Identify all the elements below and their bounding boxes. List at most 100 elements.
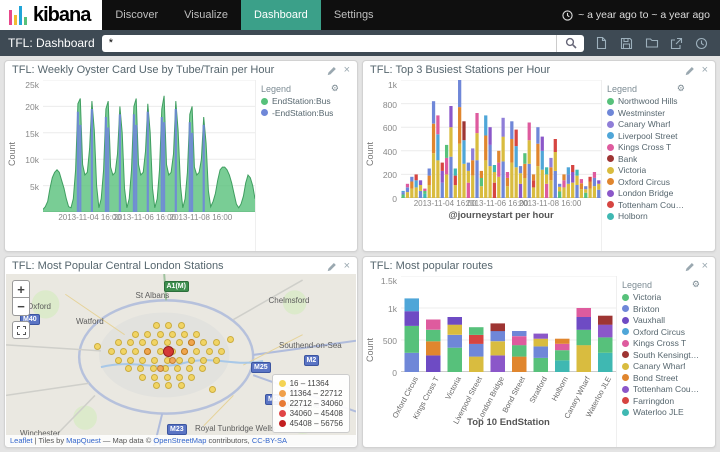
cluster-marker-low[interactable] [139,357,146,364]
cluster-marker-low[interactable] [115,357,122,364]
search-button[interactable] [556,35,584,52]
legend-item[interactable]: EndStation:Bus [261,96,339,106]
cluster-marker-low[interactable] [164,374,171,381]
legend-item[interactable]: London Bridge [607,188,685,198]
gear-icon[interactable]: ⚙ [692,279,700,290]
fit-bounds-button[interactable] [12,321,30,339]
legend-item[interactable]: Holborn [607,211,685,221]
cluster-marker-low[interactable] [139,374,146,381]
load-dashboard-button[interactable] [641,34,662,53]
cluster-marker-mid[interactable] [169,357,176,364]
cluster-marker-low[interactable] [176,374,183,381]
cluster-marker-low[interactable] [213,357,220,364]
legend-item[interactable]: Northwood Hills [607,96,685,106]
cluster-marker-low[interactable] [181,331,188,338]
legend-item[interactable]: Tottenham Court Rd [622,384,700,394]
cluster-marker-low[interactable] [115,339,122,346]
cluster-marker-low[interactable] [218,348,225,355]
legend-item[interactable]: Kings Cross T [622,338,700,348]
legend-item[interactable]: Brixton [622,304,700,314]
nav-item-visualize[interactable]: Visualize [171,0,241,30]
cluster-marker-low[interactable] [176,357,183,364]
cluster-marker-low[interactable] [193,331,200,338]
stacked-bar-chart-canvas[interactable] [401,276,616,372]
cluster-marker-mid[interactable] [181,348,188,355]
mapquest-link[interactable]: MapQuest [66,436,101,445]
legend-item[interactable]: Victoria [607,165,685,175]
cluster-marker-low[interactable] [188,374,195,381]
cluster-marker-low[interactable] [94,343,101,350]
zoom-out-button[interactable]: − [12,298,30,316]
legend-item[interactable]: -EndStation:Bus [261,108,339,118]
legend-item[interactable]: South Kensington [622,350,700,360]
legend-item[interactable]: Victoria [622,292,700,302]
cluster-marker-low[interactable] [127,357,134,364]
cluster-marker-low[interactable] [209,386,216,393]
cluster-marker-low[interactable] [132,331,139,338]
gear-icon[interactable]: ⚙ [677,83,685,94]
close-panel-button[interactable]: × [702,65,708,76]
edit-panel-button[interactable] [326,261,337,272]
legend-item[interactable]: Oxford Circus [622,327,700,337]
kibana-logo[interactable]: kibana [0,0,102,30]
close-panel-button[interactable]: × [344,261,350,272]
legend-item[interactable]: Vauxhall [622,315,700,325]
cluster-marker-low[interactable] [213,339,220,346]
map-canvas[interactable]: OxfordSt AlbansChelmsfordWatfordSouthend… [6,274,356,446]
edit-panel-button[interactable] [684,261,695,272]
bar-chart-canvas[interactable] [401,80,601,198]
cluster-marker-low[interactable] [169,331,176,338]
nav-item-settings[interactable]: Settings [321,0,387,30]
time-filter-button[interactable] [691,34,712,53]
cluster-marker-low[interactable] [157,331,164,338]
save-dashboard-button[interactable] [616,34,637,53]
cluster-marker-low[interactable] [206,348,213,355]
cluster-marker-low[interactable] [150,365,157,372]
cluster-marker-low[interactable] [132,348,139,355]
legend-item[interactable]: Waterloo JLE [622,407,700,417]
road-shield-badge: M23 [167,424,187,435]
legend-item[interactable]: Bond Street [622,373,700,383]
cluster-marker-low[interactable] [108,348,115,355]
license-link[interactable]: CC-BY-SA [252,436,287,445]
legend-item[interactable]: Westminster [607,108,685,118]
zoom-in-button[interactable]: + [12,280,30,298]
close-panel-button[interactable]: × [702,261,708,272]
edit-panel-button[interactable] [326,65,337,76]
close-panel-button[interactable]: × [344,65,350,76]
map-legend-swatch [279,420,286,427]
legend-label: Oxford Circus [633,327,685,337]
legend-swatch [622,374,629,381]
cluster-marker-low[interactable] [188,357,195,364]
leaflet-link[interactable]: Leaflet [10,436,33,445]
cluster-marker-low[interactable] [200,357,207,364]
cluster-marker-low[interactable] [178,382,185,389]
query-input[interactable] [102,35,556,52]
legend-item[interactable]: Canary Wharf [622,361,700,371]
legend-item[interactable]: Kings Cross T [607,142,685,152]
cluster-marker-low[interactable] [151,357,158,364]
osm-link[interactable]: OpenStreetMap [153,436,206,445]
cluster-marker-low[interactable] [120,348,127,355]
nav-item-discover[interactable]: Discover [102,0,171,30]
legend-item[interactable]: Tottenham Court Rd [607,200,685,210]
cluster-marker-low[interactable] [227,336,234,343]
legend-item[interactable]: Bank [607,154,685,164]
cluster-marker-low[interactable] [178,322,185,329]
gear-icon[interactable]: ⚙ [331,83,339,94]
area-chart-canvas[interactable] [43,80,255,212]
cluster-marker-mid[interactable] [157,365,164,372]
nav-item-dashboard[interactable]: Dashboard [241,0,321,30]
legend-item[interactable]: Liverpool Street [607,131,685,141]
new-dashboard-button[interactable] [591,34,612,53]
share-dashboard-button[interactable] [666,34,687,53]
legend-item[interactable]: Farringdon [622,396,700,406]
cluster-marker-low[interactable] [199,365,206,372]
legend-item[interactable]: Oxford Circus [607,177,685,187]
cluster-marker-low[interactable] [151,374,158,381]
map-legend-label: 11364 – 22712 [290,389,343,398]
time-range-picker[interactable]: ~ a year ago to ~ a year ago [562,0,720,30]
legend-item[interactable]: Canary Wharf [607,119,685,129]
edit-panel-button[interactable] [684,65,695,76]
cluster-marker-low[interactable] [144,331,151,338]
